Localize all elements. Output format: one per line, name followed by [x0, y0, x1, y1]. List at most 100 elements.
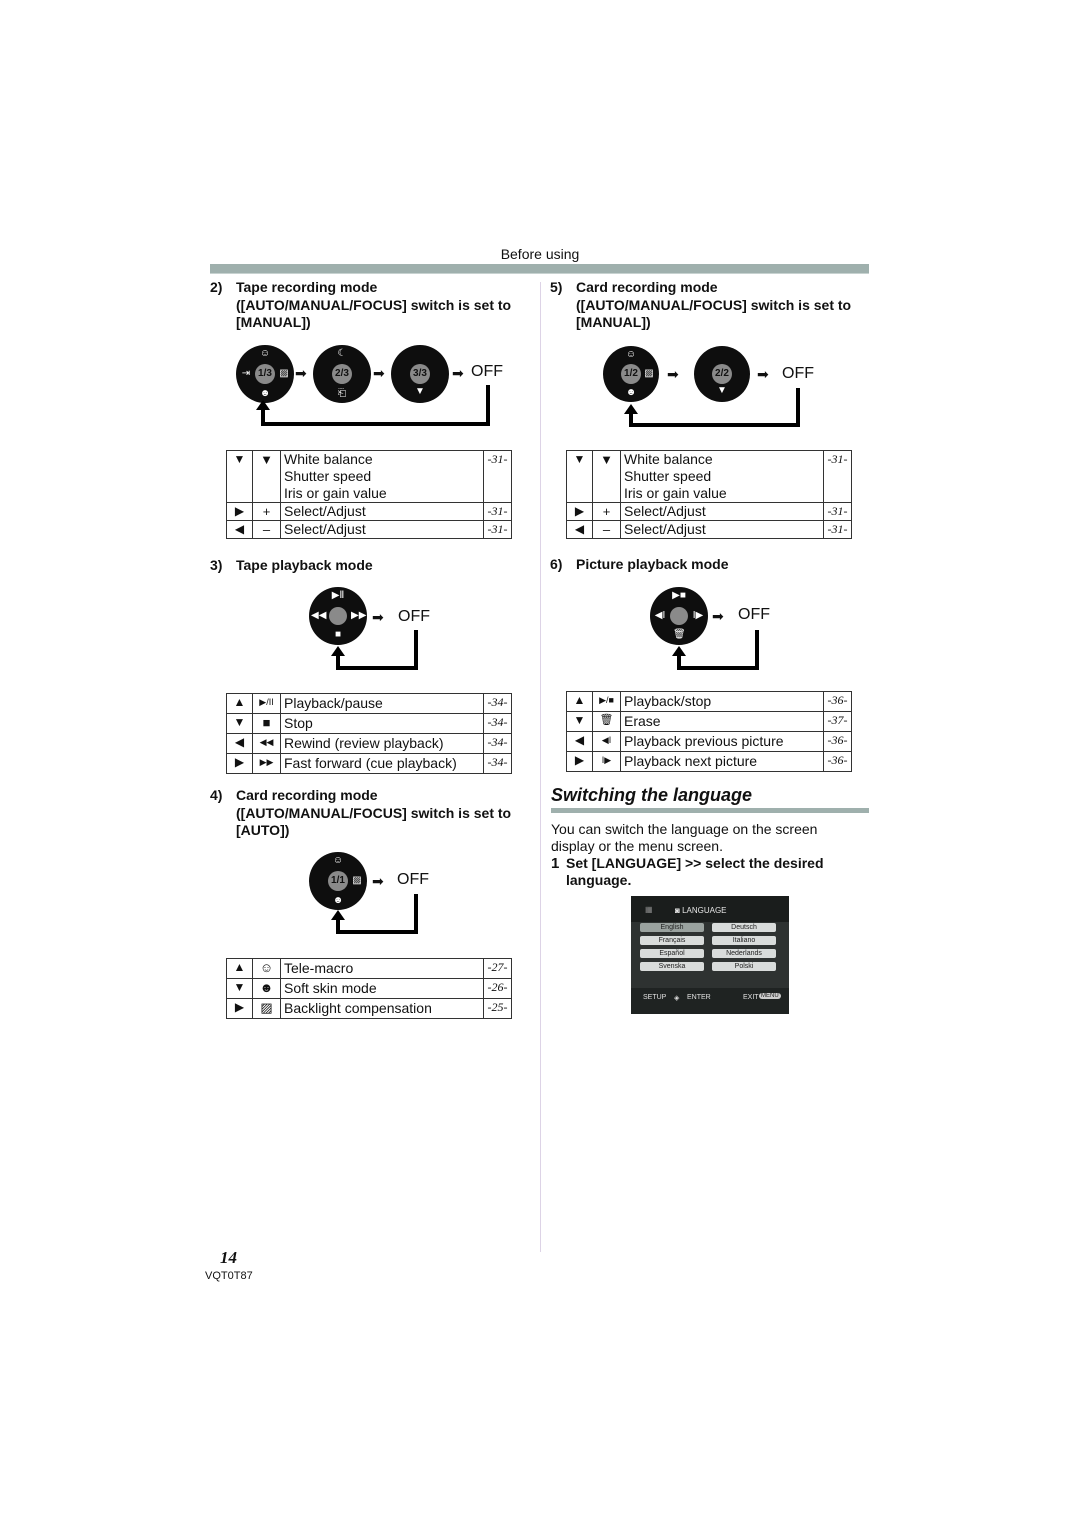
- table-row: ▼ ▼ White balance Shutter speed Iris or …: [226, 450, 512, 503]
- page-ref: -36-: [823, 751, 852, 772]
- tele-macro-icon: ☺: [332, 855, 344, 866]
- table-row: ▶ ▶▶ Fast forward (cue playback) -34-: [226, 753, 512, 774]
- page-ref: -34-: [483, 753, 512, 774]
- lang-option-svenska[interactable]: Svenska: [640, 962, 704, 971]
- arrow-right-icon: ➡: [373, 365, 385, 381]
- menu-button-icon: MENU: [759, 993, 781, 999]
- page-ref: -34-: [483, 733, 512, 754]
- minus-icon: –: [252, 520, 281, 539]
- table-row: ▲ ☺ Tele-macro -27-: [226, 958, 512, 979]
- lang-option-deutsch[interactable]: Deutsch: [712, 923, 776, 932]
- down-key-icon: ▼: [226, 978, 253, 999]
- return-loop: [629, 388, 800, 427]
- previous-picture-icon: ◀I: [654, 610, 666, 621]
- step-indicator: 2/2: [712, 364, 732, 384]
- lang-option-english[interactable]: English: [640, 923, 704, 932]
- table-row: ▼ 🗑 Erase -37-: [566, 711, 852, 732]
- page-ref: -31-: [823, 450, 852, 503]
- trash-icon: 🗑: [592, 711, 621, 732]
- play-pause-icon: ▶/II: [252, 693, 281, 714]
- return-loop: [261, 385, 490, 426]
- table-row: ◀ – Select/Adjust -31-: [226, 520, 512, 539]
- language-section: Switching the language You can switch th…: [551, 785, 869, 889]
- step-indicator: 1/1: [328, 871, 348, 891]
- table-row: ▶ + Select/Adjust -31-: [226, 502, 512, 521]
- backlight-icon: ▨: [252, 998, 281, 1019]
- lang-option-francais[interactable]: Français: [640, 936, 704, 945]
- tele-macro-icon: ☺: [625, 349, 637, 360]
- language-step: 1 Set [LANGUAGE] >> select the desired l…: [551, 855, 824, 888]
- language-heading: Switching the language: [551, 785, 753, 805]
- section-title-card-recording-manual: 5) Card recording mode ([AUTO/MANUAL/FOC…: [550, 279, 852, 330]
- left-key-icon: ◀: [566, 520, 593, 539]
- page-ref: -27-: [483, 958, 512, 979]
- down-key-icon: ▼: [566, 711, 593, 732]
- left-key-icon: ◀: [226, 520, 253, 539]
- lang-option-polski[interactable]: Polski: [712, 962, 776, 971]
- lang-option-espanol[interactable]: Español: [640, 949, 704, 958]
- right-key-icon: ▶: [226, 502, 253, 521]
- right-key-icon: ▶: [566, 751, 593, 772]
- table-row: ◀ ◀I Playback previous picture -36-: [566, 731, 852, 752]
- return-loop: [336, 894, 418, 934]
- step-number: 1: [551, 855, 560, 872]
- right-key-icon: ▶: [226, 753, 253, 774]
- table-row: ▼ ▼ White balance Shutter speed Iris or …: [566, 450, 852, 503]
- page-ref: -31-: [483, 520, 512, 539]
- down-key-icon: ▼: [566, 450, 593, 503]
- joystick-icon: ◈: [674, 995, 680, 1002]
- play-stop-icon: ▶■: [672, 590, 686, 601]
- plus-icon: +: [592, 502, 621, 521]
- table-row: ◀ – Select/Adjust -31-: [566, 520, 852, 539]
- up-key-icon: ▲: [566, 691, 593, 712]
- arrow-up-icon: [672, 646, 686, 656]
- right-key-icon: ▶: [566, 502, 593, 521]
- table-row: ▼ ■ Stop -34-: [226, 713, 512, 734]
- arrow-up-icon: [624, 404, 638, 414]
- arrow-right-icon: ➡: [372, 873, 384, 889]
- rewind-icon: ◀◀: [252, 733, 281, 754]
- language-menu-screen: ▦ ◙ LANGUAGE English Deutsch Français It…: [631, 896, 789, 1014]
- table-row: ▶ ▨ Backlight compensation -25-: [226, 998, 512, 1019]
- fade-icon: ⇥: [241, 368, 251, 379]
- step-indicator: 3/3: [410, 364, 430, 384]
- exit-label: EXIT: [743, 994, 759, 1001]
- next-picture-icon: I▶: [692, 610, 704, 621]
- model-code: VQT0T87: [205, 1270, 253, 1282]
- table-row: ▶ + Select/Adjust -31-: [566, 502, 852, 521]
- key-table-tape-playback: ▲ ▶/II Playback/pause -34- ▼ ■ Stop -34-…: [226, 693, 512, 774]
- arrow-right-icon: ➡: [372, 609, 384, 625]
- column-divider: [540, 282, 541, 1252]
- key-table-picture-playback: ▲ ▶/■ Playback/stop -36- ▼ 🗑 Erase -37- …: [566, 691, 852, 772]
- menu-title: ◙ LANGUAGE: [675, 906, 727, 915]
- center-button: [329, 607, 347, 625]
- table-row: ▼ ☻ Soft skin mode -26-: [226, 978, 512, 999]
- soft-skin-icon: ☻: [252, 978, 281, 999]
- down-menu-icon: ▼: [252, 450, 281, 503]
- arrow-up-icon: [331, 646, 345, 656]
- page-ref: -25-: [483, 998, 512, 1019]
- step-indicator: 1/3: [255, 364, 275, 384]
- section-title-card-recording-auto: 4) Card recording mode ([AUTO/MANUAL/FOC…: [210, 787, 512, 838]
- minus-icon: –: [592, 520, 621, 539]
- page-ref: -37-: [823, 711, 852, 732]
- previous-picture-icon: ◀I: [592, 731, 621, 752]
- up-key-icon: ▲: [226, 958, 253, 979]
- lang-option-italiano[interactable]: Italiano: [712, 936, 776, 945]
- section-title-tape-recording-manual: 2) Tape recording mode ([AUTO/MANUAL/FOC…: [210, 279, 512, 330]
- arrow-up-icon: [256, 400, 270, 410]
- page-ref: -34-: [483, 693, 512, 714]
- down-menu-icon: ▼: [592, 450, 621, 503]
- page-ref: -31-: [823, 520, 852, 539]
- off-label: OFF: [397, 871, 429, 888]
- fast-forward-icon: ▶▶: [351, 610, 367, 621]
- section-title-picture-playback: 6) Picture playback mode: [550, 556, 729, 572]
- page-ref: -26-: [483, 978, 512, 999]
- lang-option-nederlands[interactable]: Nederlands: [712, 949, 776, 958]
- up-key-icon: ▲: [226, 693, 253, 714]
- setup-icon: ▦: [645, 905, 653, 914]
- left-key-icon: ◀: [566, 731, 593, 752]
- table-row: ▲ ▶/■ Playback/stop -36-: [566, 691, 852, 712]
- section-header: Before using: [500, 246, 580, 262]
- page-ref: -34-: [483, 713, 512, 734]
